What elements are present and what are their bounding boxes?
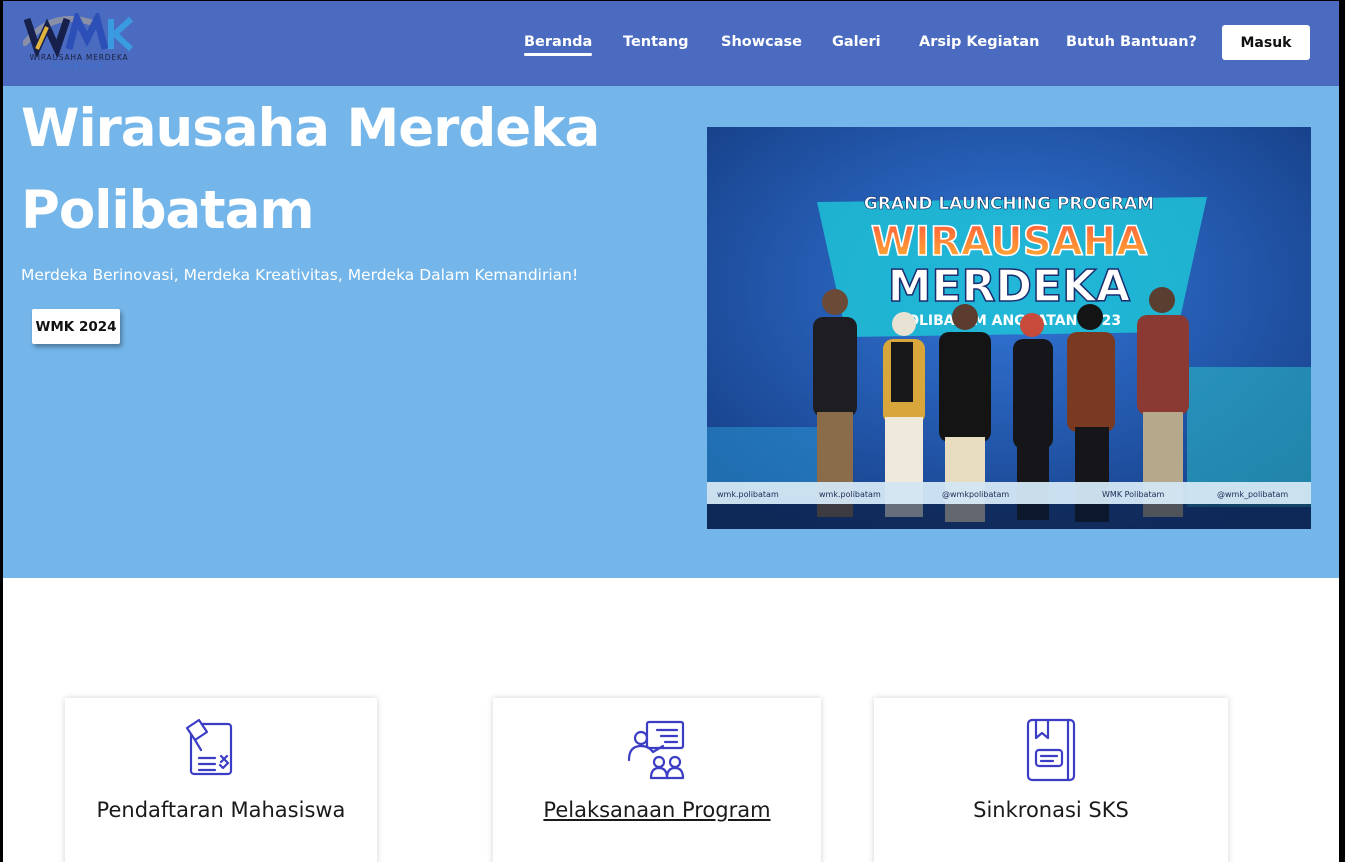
hero-photo: GRAND LAUNCHING PROGRAM WIRAUSAHA MERDEK… [707, 127, 1311, 529]
footer-handle-2: wmk.polibatam [819, 490, 881, 499]
footer-handle-3: @wmkpolibatam [942, 490, 1009, 499]
banner-word-2: MERDEKA [888, 261, 1130, 312]
nav-item-tentang[interactable]: Tentang [623, 34, 689, 50]
footer-handle-5: @wmk_polibatam [1217, 490, 1288, 499]
nav-item-galeri[interactable]: Galeri [832, 34, 881, 50]
service-card-sinkronasi[interactable]: Sinkronasi SKS [874, 698, 1228, 862]
hero-title-line-2: Polibatam [21, 180, 315, 241]
launching-event-photo: GRAND LAUNCHING PROGRAM WIRAUSAHA MERDEK… [707, 127, 1311, 529]
registration-form-icon [183, 718, 237, 780]
service-label-pelaksanaan[interactable]: Pelaksanaan Program [493, 798, 821, 822]
logo-subtitle: WIRAUSAHA MERDEKA [29, 53, 129, 62]
service-label-sinkronasi: Sinkronasi SKS [973, 798, 1129, 822]
hero-section: Wirausaha Merdeka Polibatam Merdeka Beri… [3, 86, 1339, 578]
service-card-pendaftaran[interactable]: Pendaftaran Mahasiswa [65, 698, 377, 862]
hero-title: Wirausaha Merdeka Polibatam [21, 88, 621, 252]
nav-item-showcase[interactable]: Showcase [721, 34, 802, 50]
service-label-pendaftaran: Pendaftaran Mahasiswa [96, 798, 346, 822]
book-icon [1024, 718, 1080, 786]
hero-title-line-1: Wirausaha Merdeka [21, 98, 600, 159]
nav-item-beranda[interactable]: Beranda [524, 34, 593, 56]
brand-logo[interactable]: WIRAUSAHA MERDEKA POLIBATAM [22, 9, 135, 73]
nav-item-arsip-kegiatan[interactable]: Arsip Kegiatan [919, 34, 1039, 50]
banner-top-text: GRAND LAUNCHING PROGRAM [864, 194, 1154, 214]
logo-subtitle-2: POLIBATAM [53, 63, 105, 70]
page-frame: WIRAUSAHA MERDEKA POLIBATAM Beranda Tent… [3, 1, 1339, 862]
hero-tagline: Merdeka Berinovasi, Merdeka Kreativitas,… [21, 266, 579, 284]
login-button[interactable]: Masuk [1222, 25, 1310, 60]
presentation-icon [627, 718, 687, 784]
navbar: WIRAUSAHA MERDEKA POLIBATAM Beranda Tent… [3, 1, 1339, 86]
service-card-pelaksanaan[interactable]: Pelaksanaan Program [493, 698, 821, 862]
wmk-logo-icon [22, 9, 134, 59]
footer-handle-1: wmk.polibatam [717, 490, 779, 499]
services-section: Pendaftaran Mahasiswa Pelaksanaan Progra… [3, 578, 1339, 862]
nav-item-butuh-bantuan[interactable]: Butuh Bantuan? [1066, 34, 1197, 50]
banner-word-1: WIRAUSAHA [871, 219, 1147, 265]
wmk-2024-button[interactable]: WMK 2024 [32, 309, 120, 344]
footer-handle-4: WMK Polibatam [1102, 490, 1165, 499]
